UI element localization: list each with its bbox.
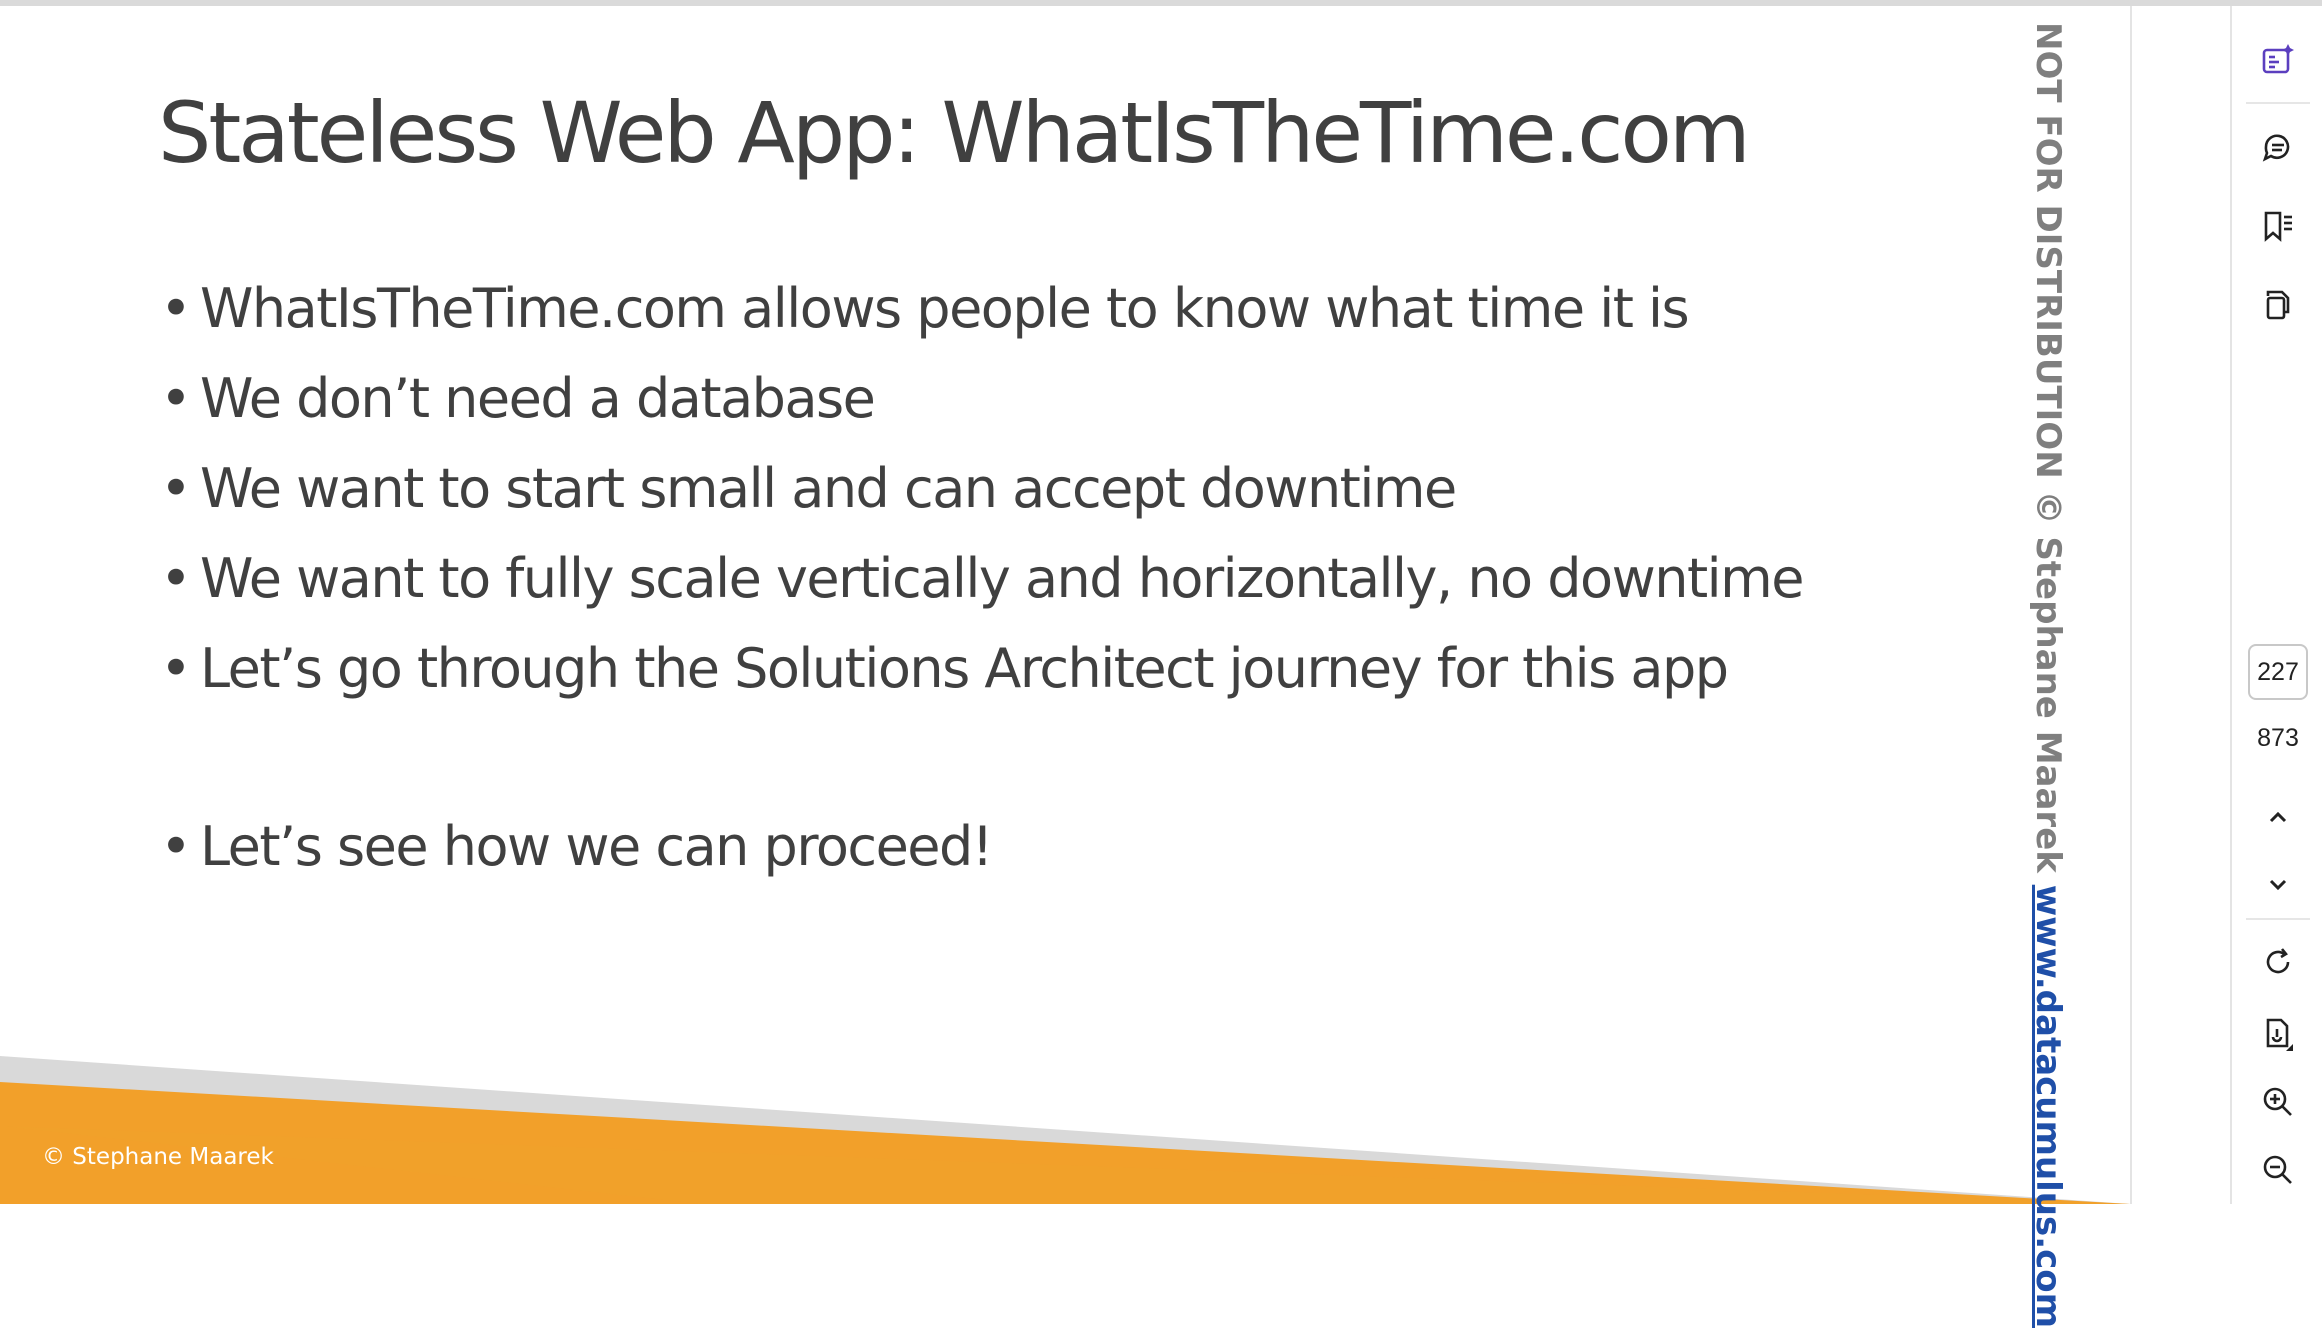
bookmark-icon — [2264, 211, 2292, 242]
bullet-item: • Let’s go through the Solutions Archite… — [158, 624, 1803, 714]
slide-title: Stateless Web App: WhatIsTheTime.com — [158, 84, 1751, 182]
watermark-text: NOT FOR DISTRIBUTION © Stephane Maarek — [2028, 22, 2068, 885]
extract-page-button[interactable] — [2254, 1010, 2302, 1058]
current-page-input[interactable]: 227 — [2248, 644, 2308, 700]
page-thumbnails-icon — [2266, 290, 2290, 320]
toolbar-divider — [2246, 918, 2310, 920]
previous-page-button[interactable] — [2254, 794, 2302, 842]
bullet-symbol: • — [160, 815, 192, 878]
footer-copyright: © Stephane Maarek — [42, 1144, 274, 1170]
bullet-symbol: • — [160, 277, 192, 340]
bullet-text: Let’s see how we can proceed! — [200, 815, 993, 878]
bullet-text: We don’t need a database — [200, 367, 876, 430]
ai-assistant-icon — [2262, 44, 2294, 74]
comment-icon — [2262, 134, 2290, 162]
bullet-item: • We want to start small and can accept … — [158, 444, 1803, 534]
bullet-item: • We don’t need a database — [158, 354, 1803, 444]
bullet-text: WhatIsTheTime.com allows people to know … — [200, 277, 1690, 340]
rotate-icon — [2266, 948, 2290, 974]
bullet-list: • WhatIsTheTime.com allows people to kno… — [158, 264, 1804, 892]
watermark-link[interactable]: www.datacumulus.com — [2028, 885, 2068, 1328]
extract-page-icon — [2266, 1018, 2293, 1051]
zoom-in-button[interactable] — [2254, 1078, 2302, 1126]
bullet-text: We want to fully scale vertically and ho… — [200, 547, 1804, 610]
zoom-in-icon — [2263, 1087, 2292, 1116]
page-thumbnails-button[interactable] — [2254, 280, 2302, 328]
bullet-item: • WhatIsTheTime.com allows people to kno… — [158, 264, 1803, 354]
viewer-gutter — [2130, 6, 2232, 1204]
viewer-toolbar: 227 873 — [2230, 6, 2322, 1204]
chevron-down-icon — [2269, 879, 2287, 891]
next-page-button[interactable] — [2254, 860, 2302, 908]
watermark: NOT FOR DISTRIBUTION © Stephane Maarek w… — [2028, 22, 2068, 1328]
bullet-text: We want to start small and can accept do… — [200, 457, 1457, 520]
bullet-item: • Let’s see how we can proceed! — [158, 802, 1803, 892]
zoom-out-button[interactable] — [2254, 1146, 2302, 1194]
bullet-item: • We want to fully scale vertically and … — [158, 534, 1804, 624]
bullet-symbol: • — [160, 637, 192, 700]
zoom-out-icon — [2263, 1155, 2292, 1184]
rotate-button[interactable] — [2254, 938, 2302, 986]
bullet-symbol: • — [160, 367, 192, 430]
toolbar-divider — [2246, 102, 2310, 104]
bullet-symbol: • — [160, 457, 192, 520]
total-pages: 873 — [2257, 724, 2299, 752]
ai-assistant-button[interactable] — [2254, 36, 2302, 84]
bullet-symbol: • — [160, 547, 192, 610]
bookmark-button[interactable] — [2254, 202, 2302, 250]
slide-canvas: Stateless Web App: WhatIsTheTime.com • W… — [0, 6, 2130, 1204]
comment-button[interactable] — [2254, 124, 2302, 172]
chevron-up-icon — [2269, 811, 2287, 823]
bullet-text: Let’s go through the Solutions Architect… — [200, 637, 1729, 700]
